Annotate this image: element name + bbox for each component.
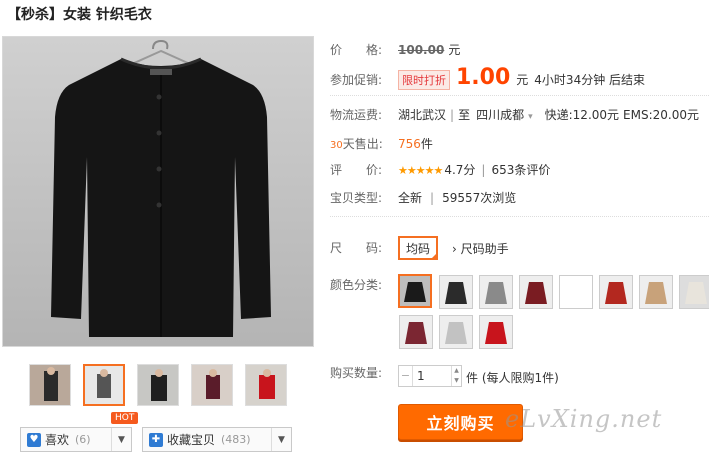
like-label: 喜欢 bbox=[45, 433, 70, 447]
review-count[interactable]: 653条评价 bbox=[491, 161, 550, 178]
like-count: (6) bbox=[75, 433, 91, 446]
thumbnail-5[interactable] bbox=[245, 364, 287, 406]
item-type-label: 宝贝类型: bbox=[330, 191, 383, 205]
rating-label: 评 价: bbox=[330, 163, 383, 177]
rating-score: 4.7分 bbox=[444, 163, 476, 177]
sales-label: 天售出: bbox=[342, 137, 383, 151]
rating-row: 评 价: ★★★★★ 4.7分 | 653条评价 bbox=[330, 161, 551, 178]
color-swatch-6[interactable] bbox=[599, 275, 633, 309]
watermark: eLvXing.net bbox=[505, 405, 663, 433]
collect-button[interactable]: ✚ 收藏宝贝 (483) ▼ bbox=[142, 427, 292, 452]
cardigan-image bbox=[3, 37, 313, 346]
price-label: 价 格: bbox=[330, 43, 383, 57]
item-condition: 全新 bbox=[398, 191, 423, 205]
collect-count: (483) bbox=[221, 433, 251, 446]
bookmark-icon: ✚ bbox=[149, 432, 163, 447]
chevron-down-icon[interactable]: ▾ bbox=[528, 112, 533, 122]
divider bbox=[330, 95, 709, 96]
item-type-row: 宝贝类型: 全新 | 59557次浏览 bbox=[330, 191, 517, 205]
check-corner-icon bbox=[430, 252, 438, 260]
quantity-row: 购买数量: bbox=[330, 364, 398, 381]
shipping-label: 物流运费: bbox=[330, 108, 383, 122]
star-rating-icon: ★★★★★ bbox=[398, 164, 443, 177]
size-option-one-size[interactable]: 均码 bbox=[398, 236, 438, 260]
promo-countdown: 4小时34分钟 后结束 bbox=[534, 73, 646, 87]
size-option-label: 均码 bbox=[405, 241, 430, 256]
color-row: 颜色分类: bbox=[330, 276, 398, 293]
promo-tag: 限时打折 bbox=[398, 70, 450, 90]
color-swatch-11[interactable] bbox=[479, 315, 513, 349]
stepper-arrows-icon[interactable]: ▲ ▼ bbox=[451, 366, 461, 386]
size-row: 尺 码: bbox=[330, 239, 398, 256]
item-views: 59557次浏览 bbox=[442, 191, 517, 205]
decrement-button[interactable]: − bbox=[399, 366, 413, 386]
hot-badge: HOT bbox=[111, 412, 139, 424]
like-button[interactable]: ♥ 喜欢 (6) ▼ bbox=[20, 427, 132, 452]
collect-label: 收藏宝贝 bbox=[167, 433, 216, 447]
chevron-right-icon: › bbox=[452, 242, 457, 256]
shipping-from: 湖北武汉 bbox=[398, 108, 447, 122]
quantity-label: 购买数量: bbox=[330, 366, 383, 380]
shipping-destination[interactable]: 四川成都 bbox=[476, 106, 524, 123]
original-price: 100.00 bbox=[398, 43, 445, 57]
sales-unit: 件 bbox=[420, 137, 433, 151]
shipping-to-prefix: 至 bbox=[458, 108, 471, 122]
size-helper-label: 尺码助手 bbox=[460, 242, 509, 256]
size-label: 尺 码: bbox=[330, 241, 383, 255]
promo-label: 参加促销: bbox=[330, 73, 383, 87]
thumbnail-4[interactable] bbox=[191, 364, 233, 406]
color-swatch-10[interactable] bbox=[439, 315, 473, 349]
promo-price: 1.00 bbox=[456, 65, 511, 90]
quantity-note: 件 (每人限购1件) bbox=[466, 369, 559, 386]
promo-unit: 元 bbox=[516, 73, 529, 87]
thumbnail-1[interactable] bbox=[29, 364, 71, 406]
thumbnail-2[interactable] bbox=[83, 364, 125, 406]
divider bbox=[330, 216, 709, 217]
color-label: 颜色分类: bbox=[330, 278, 383, 292]
thumbnail-3[interactable] bbox=[137, 364, 179, 406]
product-title: 【秒杀】女装 针织毛衣 bbox=[7, 7, 152, 23]
color-swatch-4[interactable] bbox=[519, 275, 553, 309]
price-unit: 元 bbox=[448, 43, 461, 57]
sales-days: 30 bbox=[330, 140, 343, 151]
shipping-row: 物流运费: 湖北武汉 | 至 四川成都 ▾ 快递:12.00元 EMS:20.0… bbox=[330, 106, 699, 123]
heart-icon: ♥ bbox=[27, 432, 41, 447]
chevron-down-icon[interactable]: ▼ bbox=[111, 428, 131, 451]
size-helper-link[interactable]: › 尺码助手 bbox=[452, 240, 509, 257]
color-swatch-8[interactable] bbox=[679, 275, 709, 309]
chevron-down-icon[interactable]: ▼ bbox=[271, 428, 291, 451]
sales-label-wrap: 30天售出: bbox=[330, 135, 398, 152]
color-swatch-1[interactable] bbox=[398, 274, 432, 308]
quantity-stepper[interactable]: − 1 ▲ ▼ bbox=[398, 365, 462, 387]
color-swatch-3[interactable] bbox=[479, 275, 513, 309]
color-swatch-9[interactable] bbox=[399, 315, 433, 349]
quantity-unit: 件 bbox=[466, 371, 479, 385]
color-swatch-7[interactable] bbox=[639, 275, 673, 309]
express-fee: 快递:12.00元 bbox=[544, 108, 620, 122]
ems-fee: EMS:20.00元 bbox=[623, 108, 699, 122]
quantity-limit: (每人限购1件) bbox=[481, 371, 559, 385]
sales-value: 756 bbox=[398, 137, 421, 151]
promo-row: 参加促销: 限时打折 1.00 元 4小时34分钟 后结束 bbox=[330, 65, 645, 90]
color-swatch-5[interactable] bbox=[559, 275, 593, 309]
main-product-image[interactable] bbox=[2, 36, 314, 347]
sales-row: 30天售出: 756 件 bbox=[330, 135, 433, 152]
price-row: 价 格: 100.00 元 bbox=[330, 41, 460, 58]
color-swatch-2[interactable] bbox=[439, 275, 473, 309]
quantity-input[interactable]: 1 bbox=[413, 369, 451, 383]
